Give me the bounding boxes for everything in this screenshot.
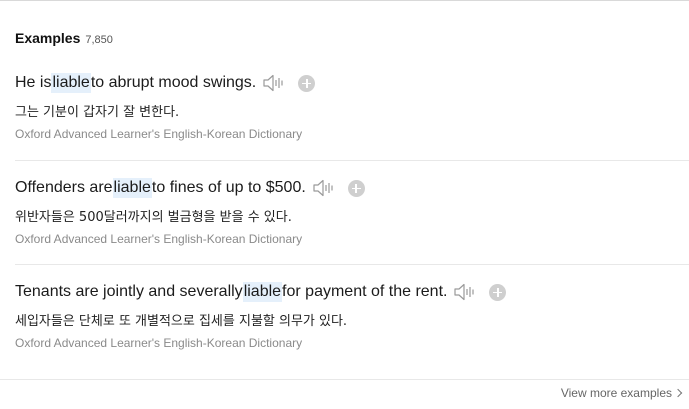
chevron-right-icon [673,388,683,398]
korean-translation: 위반자들은 500달러까지의 벌금형을 받을 수 있다. [15,210,292,225]
speaker-icon[interactable] [453,282,477,302]
plus-circle-icon[interactable] [489,283,507,301]
sentence-text-after: for payment of the rent. [282,283,448,300]
view-more-examples-link[interactable]: View more examples [560,386,683,400]
korean-translation: 그는 기분이 갑자기 잘 변한다. [15,105,180,120]
top-divider [0,0,689,1]
speaker-icon[interactable] [262,73,286,93]
example-source: Oxford Advanced Learner's English-Korean… [15,336,303,350]
keyword-highlight: liable [112,178,152,198]
example-item: Offenders are liable to fines of up to $… [15,160,689,265]
view-more-label: View more examples [560,386,672,400]
keyword-highlight: liable [242,282,283,302]
example-sentence: Tenants are jointly and severally liable… [15,280,507,304]
footer-divider [0,379,689,380]
sentence-text-before: Tenants are jointly and severally [15,283,243,300]
example-source: Oxford Advanced Learner's English-Korean… [15,127,303,141]
keyword-highlight: liable [51,73,91,93]
sentence-text-before: Offenders are [15,179,113,196]
examples-header: Examples 7,850 [15,30,113,46]
speaker-icon[interactable] [312,178,336,198]
sentence-text-before: He is [15,74,52,91]
sentence-text-after: to fines of up to $500. [151,179,306,196]
example-item: He is liable to abrupt mood swings. 그는 기… [15,56,689,160]
example-item: Tenants are jointly and severally liable… [15,264,689,369]
example-sentence: Offenders are liable to fines of up to $… [15,176,365,200]
example-source: Oxford Advanced Learner's English-Korean… [15,232,303,246]
example-sentence: He is liable to abrupt mood swings. [15,71,316,95]
sentence-text-after: to abrupt mood swings. [90,74,257,91]
section-title: Examples [15,30,81,46]
examples-count: 7,850 [85,34,113,46]
plus-circle-icon[interactable] [347,179,365,197]
korean-translation: 세입자들은 단체로 또 개별적으로 집세를 지불할 의무가 있다. [15,314,348,329]
plus-circle-icon[interactable] [298,74,316,92]
